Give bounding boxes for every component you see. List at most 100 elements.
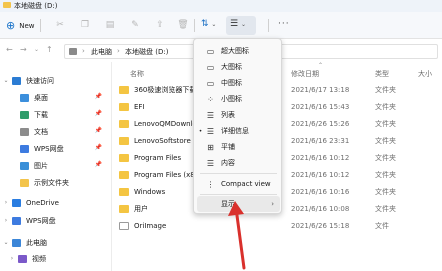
file-type: 文件夹 [375,119,396,128]
menu-item-details[interactable]: • ☰ 详细信息 [197,123,280,139]
sidebar-item-wps-drive-2[interactable]: › WPS网盘 [0,213,112,228]
sidebar-item-pictures[interactable]: 图片 📌 [0,158,112,173]
recent-locations-icon[interactable]: ⌄ [34,46,39,53]
menu-item-label: 内容 [221,159,235,167]
cut-icon[interactable]: ✂ [54,19,66,31]
sort-button[interactable]: ⇅ ⌄ [201,19,216,29]
delete-icon[interactable]: 🗑 [177,19,189,31]
folder-icon [119,119,129,128]
sidebar-item-desktop[interactable]: 桌面 📌 [0,90,112,105]
this-pc-icon [69,48,77,55]
sidebar-item-label: WPS网盘 [34,144,64,153]
sidebar-item-this-pc[interactable]: ⌄ 此电脑 [0,235,112,250]
toolbar-divider [40,19,41,32]
expand-icon[interactable]: › [0,199,12,206]
menu-divider [200,173,277,174]
plus-icon: ⊕ [6,19,16,32]
back-arrow-icon[interactable]: ← [6,45,13,54]
menu-item-label: 列表 [221,111,235,119]
sidebar-item-label: 文档 [34,127,48,136]
sidebar-item-videos[interactable]: › 视频 [0,251,112,266]
file-date: 2021/6/16 10:12 [291,170,350,179]
sidebar-item-onedrive[interactable]: › OneDrive [0,195,112,210]
compact-view-icon: ⋮ [206,179,215,189]
up-arrow-icon[interactable]: ↑ [46,45,53,54]
file-date: 2021/6/26 15:18 [291,221,350,230]
menu-item-show[interactable]: 显示 › [197,196,280,212]
sidebar-item-label: 桌面 [34,93,48,102]
breadcrumb-separator: › [117,47,120,55]
folder-icon [20,178,29,187]
column-header-size[interactable]: 大小 [418,69,432,79]
content-icon: ☰ [206,158,215,168]
file-date: 2021/6/16 10:16 [291,187,350,196]
menu-item-extra-large-icons[interactable]: ▭ 超大图标 [197,43,280,59]
column-header-name[interactable]: 名称 [130,69,144,79]
file-type: 文件夹 [375,85,396,94]
menu-item-compact-view[interactable]: ⋮ Compact view [197,176,280,192]
breadcrumb-this-pc[interactable]: 此电脑 [91,47,112,57]
view-button[interactable]: ☰ ⌄ [230,19,246,29]
folder-icon [119,170,129,179]
menu-item-label: 显示 [221,200,235,208]
file-type: 文件夹 [375,153,396,162]
file-icon [119,221,129,230]
cloud-drive-icon [12,216,21,225]
this-pc-icon [12,238,21,247]
pin-icon: 📌 [94,93,102,100]
menu-item-list[interactable]: ☰ 列表 [197,107,280,123]
sidebar-item-documents[interactable]: 文档 📌 [0,124,112,139]
file-date: 2021/6/16 10:08 [291,204,350,213]
onedrive-icon [12,198,21,207]
breadcrumb-local-disk[interactable]: 本地磁盘 (D:) [125,47,168,57]
expand-icon[interactable]: › [0,217,12,224]
menu-item-tiles[interactable]: ⊞ 平铺 [197,139,280,155]
menu-item-label: 详细信息 [221,127,249,135]
selected-marker: • [198,127,203,135]
breadcrumb-separator: › [82,47,85,55]
menu-item-label: 小图标 [221,95,242,103]
tiles-icon: ⊞ [207,142,214,152]
file-date: 2021/6/26 15:26 [291,119,350,128]
forward-arrow-icon[interactable]: → [20,45,27,54]
new-button[interactable]: ⊕ New [6,18,35,33]
view-menu: ▭ 超大图标 ▭ 大图标 ▭ 中图标 ⁘ 小图标 ☰ 列表 • ☰ 详细信息 ⊞… [193,38,282,214]
medium-icons-icon: ▭ [206,78,215,88]
sidebar-item-label: 快速访问 [26,76,54,85]
column-header-date[interactable]: 修改日期 [291,69,319,79]
file-type: 文件夹 [375,136,396,145]
copy-icon[interactable]: ❐ [79,19,91,31]
more-options-button[interactable]: ··· [278,19,290,29]
share-icon[interactable]: ⇪ [154,19,166,31]
menu-divider [200,194,277,195]
pictures-icon [20,161,29,170]
sidebar-item-sample-folder[interactable]: 示例文件夹 [0,175,112,190]
menu-item-label: 平铺 [221,143,235,151]
menu-item-content[interactable]: ☰ 内容 [197,155,280,171]
details-icon: ☰ [206,126,215,136]
menu-item-medium-icons[interactable]: ▭ 中图标 [197,75,280,91]
extra-large-icons-icon: ▭ [206,46,215,56]
window-title: 本地磁盘 (D:) [14,2,58,10]
expand-icon[interactable]: ⌄ [0,239,12,246]
paste-icon[interactable]: ▤ [104,19,116,31]
expand-icon[interactable]: › [6,255,18,262]
file-type: 文件夹 [375,170,396,179]
folder-icon [119,102,129,111]
file-row[interactable]: OriImage 2021/6/26 15:18 文件 [119,218,439,233]
rename-icon[interactable]: ✎ [129,19,141,31]
menu-item-small-icons[interactable]: ⁘ 小图标 [197,91,280,107]
expand-icon[interactable]: ⌄ [0,77,12,84]
menu-item-large-icons[interactable]: ▭ 大图标 [197,59,280,75]
toolbar-divider [194,19,195,32]
large-icons-icon: ▭ [206,62,215,72]
chevron-right-icon: › [271,200,274,208]
sidebar-item-wps-drive[interactable]: WPS网盘 📌 [0,141,112,156]
file-date: 2021/6/16 15:43 [291,102,350,111]
sidebar-item-label: 此电脑 [26,238,47,247]
column-header-type[interactable]: 类型 [375,69,389,79]
sidebar-item-downloads[interactable]: 下载 📌 [0,107,112,122]
sidebar-item-quick-access[interactable]: ⌄ 快速访问 [0,73,112,88]
file-date: 2021/6/17 13:18 [291,85,350,94]
desktop-icon [20,93,29,102]
